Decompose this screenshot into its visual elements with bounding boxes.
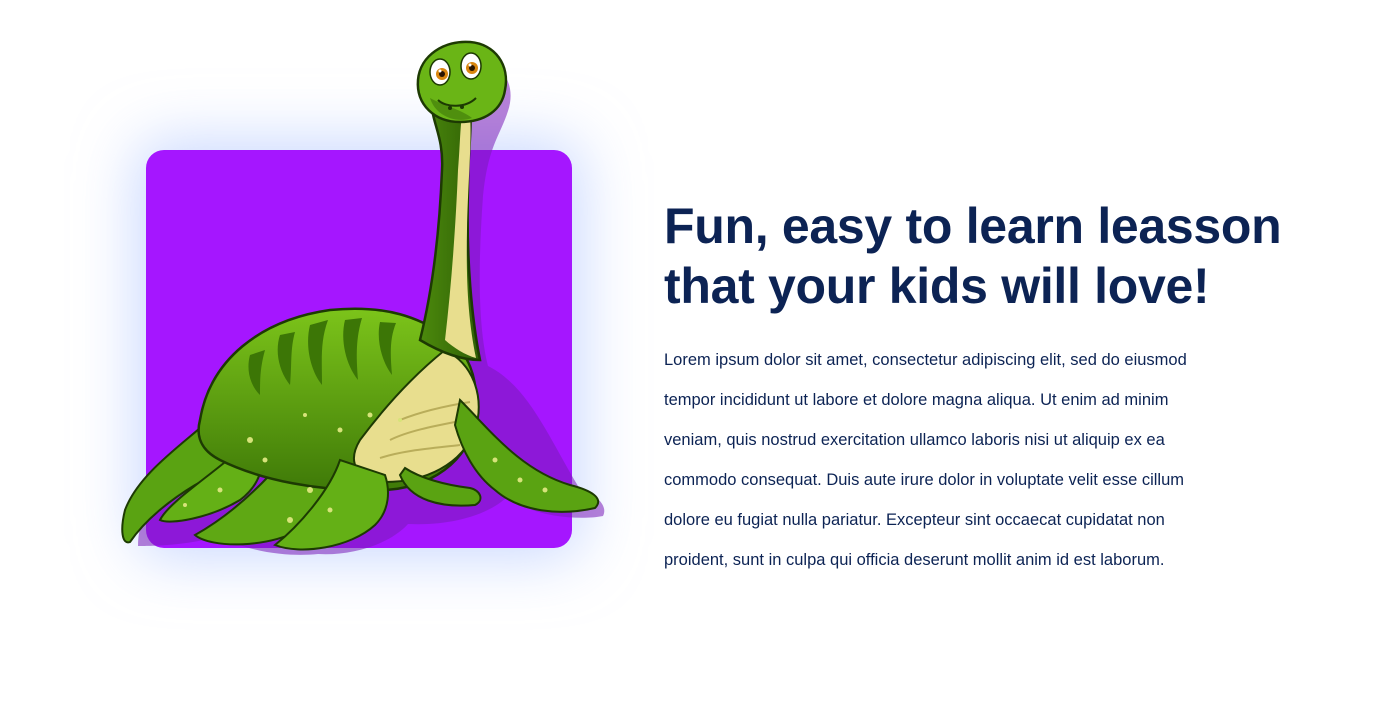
dino-head: [416, 40, 508, 124]
section-heading: Fun, easy to learn leasson that your kid…: [664, 196, 1304, 316]
illustration-area: [100, 20, 640, 580]
section-body: Lorem ipsum dolor sit amet, consectetur …: [664, 351, 1187, 569]
intro-text-block: Fun, easy to learn leasson that your kid…: [664, 196, 1304, 580]
dinosaur-illustration: [121, 40, 605, 555]
heading-line-2: that your kids will love!: [664, 258, 1210, 314]
hero-section: Fun, easy to learn leasson that your kid…: [0, 0, 1381, 714]
heading-line-1: Fun, easy to learn leasson: [664, 198, 1282, 254]
